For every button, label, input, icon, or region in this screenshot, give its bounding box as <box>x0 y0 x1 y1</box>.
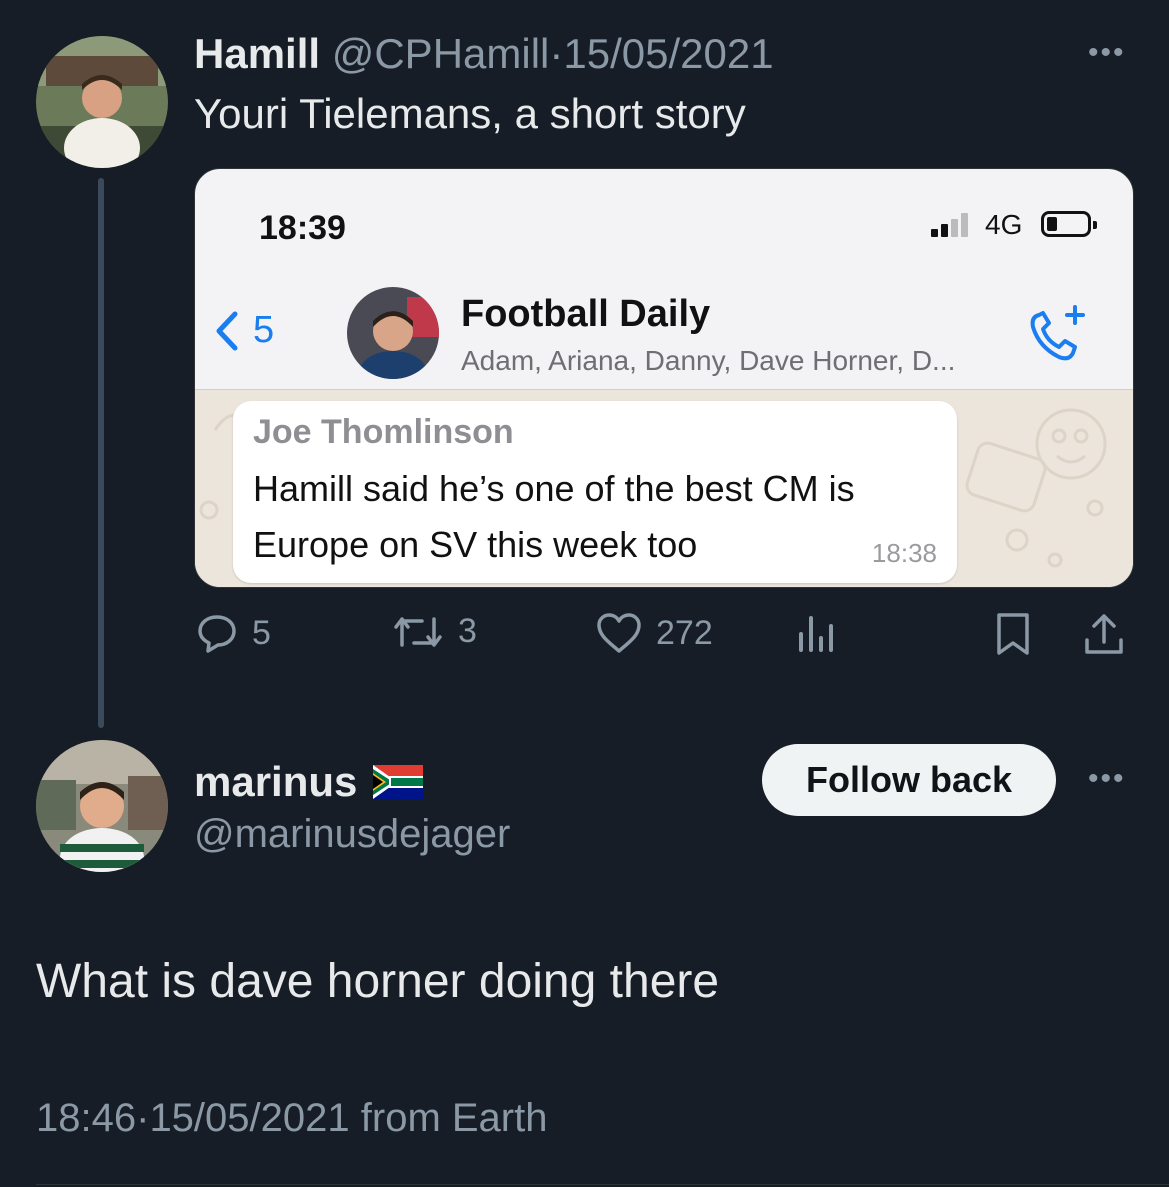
reply-icon <box>198 615 236 653</box>
retweet-icon <box>394 616 442 647</box>
tweet-actions: 5 3 272 <box>194 612 1134 668</box>
divider <box>36 1184 1169 1185</box>
reply-author-handle[interactable]: @marinusdejager <box>194 812 510 857</box>
retweet-count: 3 <box>458 612 477 650</box>
share-button[interactable] <box>1082 612 1126 656</box>
tweet-date[interactable]: 15/05/2021 <box>563 30 773 77</box>
add-call-icon[interactable] <box>1025 303 1089 365</box>
bookmark-button[interactable] <box>994 612 1032 656</box>
views-button[interactable] <box>796 612 836 652</box>
marinus-avatar[interactable] <box>36 740 168 872</box>
retweet-button[interactable]: 3 <box>392 612 477 651</box>
status-time: 18:39 <box>259 209 346 247</box>
reply-button[interactable]: 5 <box>196 612 271 654</box>
share-icon <box>1085 614 1123 654</box>
tweet-header: Hamill @CPHamill·15/05/2021 <box>194 30 774 78</box>
reply-time[interactable]: 18:46 <box>36 1096 136 1140</box>
chevron-left-icon <box>216 311 238 350</box>
reply-source: from Earth <box>360 1096 548 1140</box>
reply-author: marinus <box>194 758 424 806</box>
message-sender: Joe Thomlinson <box>253 413 514 451</box>
reply-more-options-icon[interactable]: ••• <box>1088 762 1126 796</box>
battery-icon <box>1041 211 1097 237</box>
meta-separator: · <box>136 1096 150 1140</box>
thread-line <box>98 178 104 728</box>
reply-meta: 18:46·15/05/2021 from Earth <box>36 1096 547 1141</box>
heart-icon <box>597 613 641 653</box>
follow-back-button[interactable]: Follow back <box>762 744 1056 816</box>
back-button[interactable]: 5 <box>213 309 274 352</box>
signal-icon <box>931 213 968 237</box>
author-handle[interactable]: @CPHamill <box>332 30 550 77</box>
group-members: Adam, Ariana, Danny, Dave Horner, D... <box>461 345 956 376</box>
reply-date[interactable]: 15/05/2021 <box>149 1096 349 1140</box>
tweet-image[interactable]: 18:39 4G 5 Football Daily Adam, Ariana, … <box>194 168 1134 588</box>
message-bubble[interactable]: Joe Thomlinson Hamill said he’s one of t… <box>233 401 957 583</box>
analytics-icon <box>799 616 833 652</box>
group-avatar[interactable] <box>347 287 439 379</box>
bookmark-icon <box>997 613 1029 655</box>
hamill-avatar[interactable] <box>36 36 168 168</box>
separator-dot: · <box>549 30 564 77</box>
message-text: Hamill said he’s one of the best CM is E… <box>253 468 855 565</box>
reply-text: What is dave horner doing there <box>36 955 720 1008</box>
message-time: 18:38 <box>871 538 937 568</box>
reply-author-name[interactable]: marinus <box>194 758 357 806</box>
group-name: Football Daily <box>461 293 711 335</box>
more-options-icon[interactable]: ••• <box>1088 36 1126 70</box>
network-type: 4G <box>985 209 1023 240</box>
south-africa-flag-icon <box>373 765 424 799</box>
author-name[interactable]: Hamill <box>194 30 320 77</box>
like-button[interactable]: 272 <box>596 612 713 654</box>
back-count: 5 <box>253 309 275 351</box>
like-count: 272 <box>656 613 713 652</box>
tweet-text: Youri Tielemans, a short story <box>194 90 746 137</box>
reply-count: 5 <box>252 613 271 652</box>
